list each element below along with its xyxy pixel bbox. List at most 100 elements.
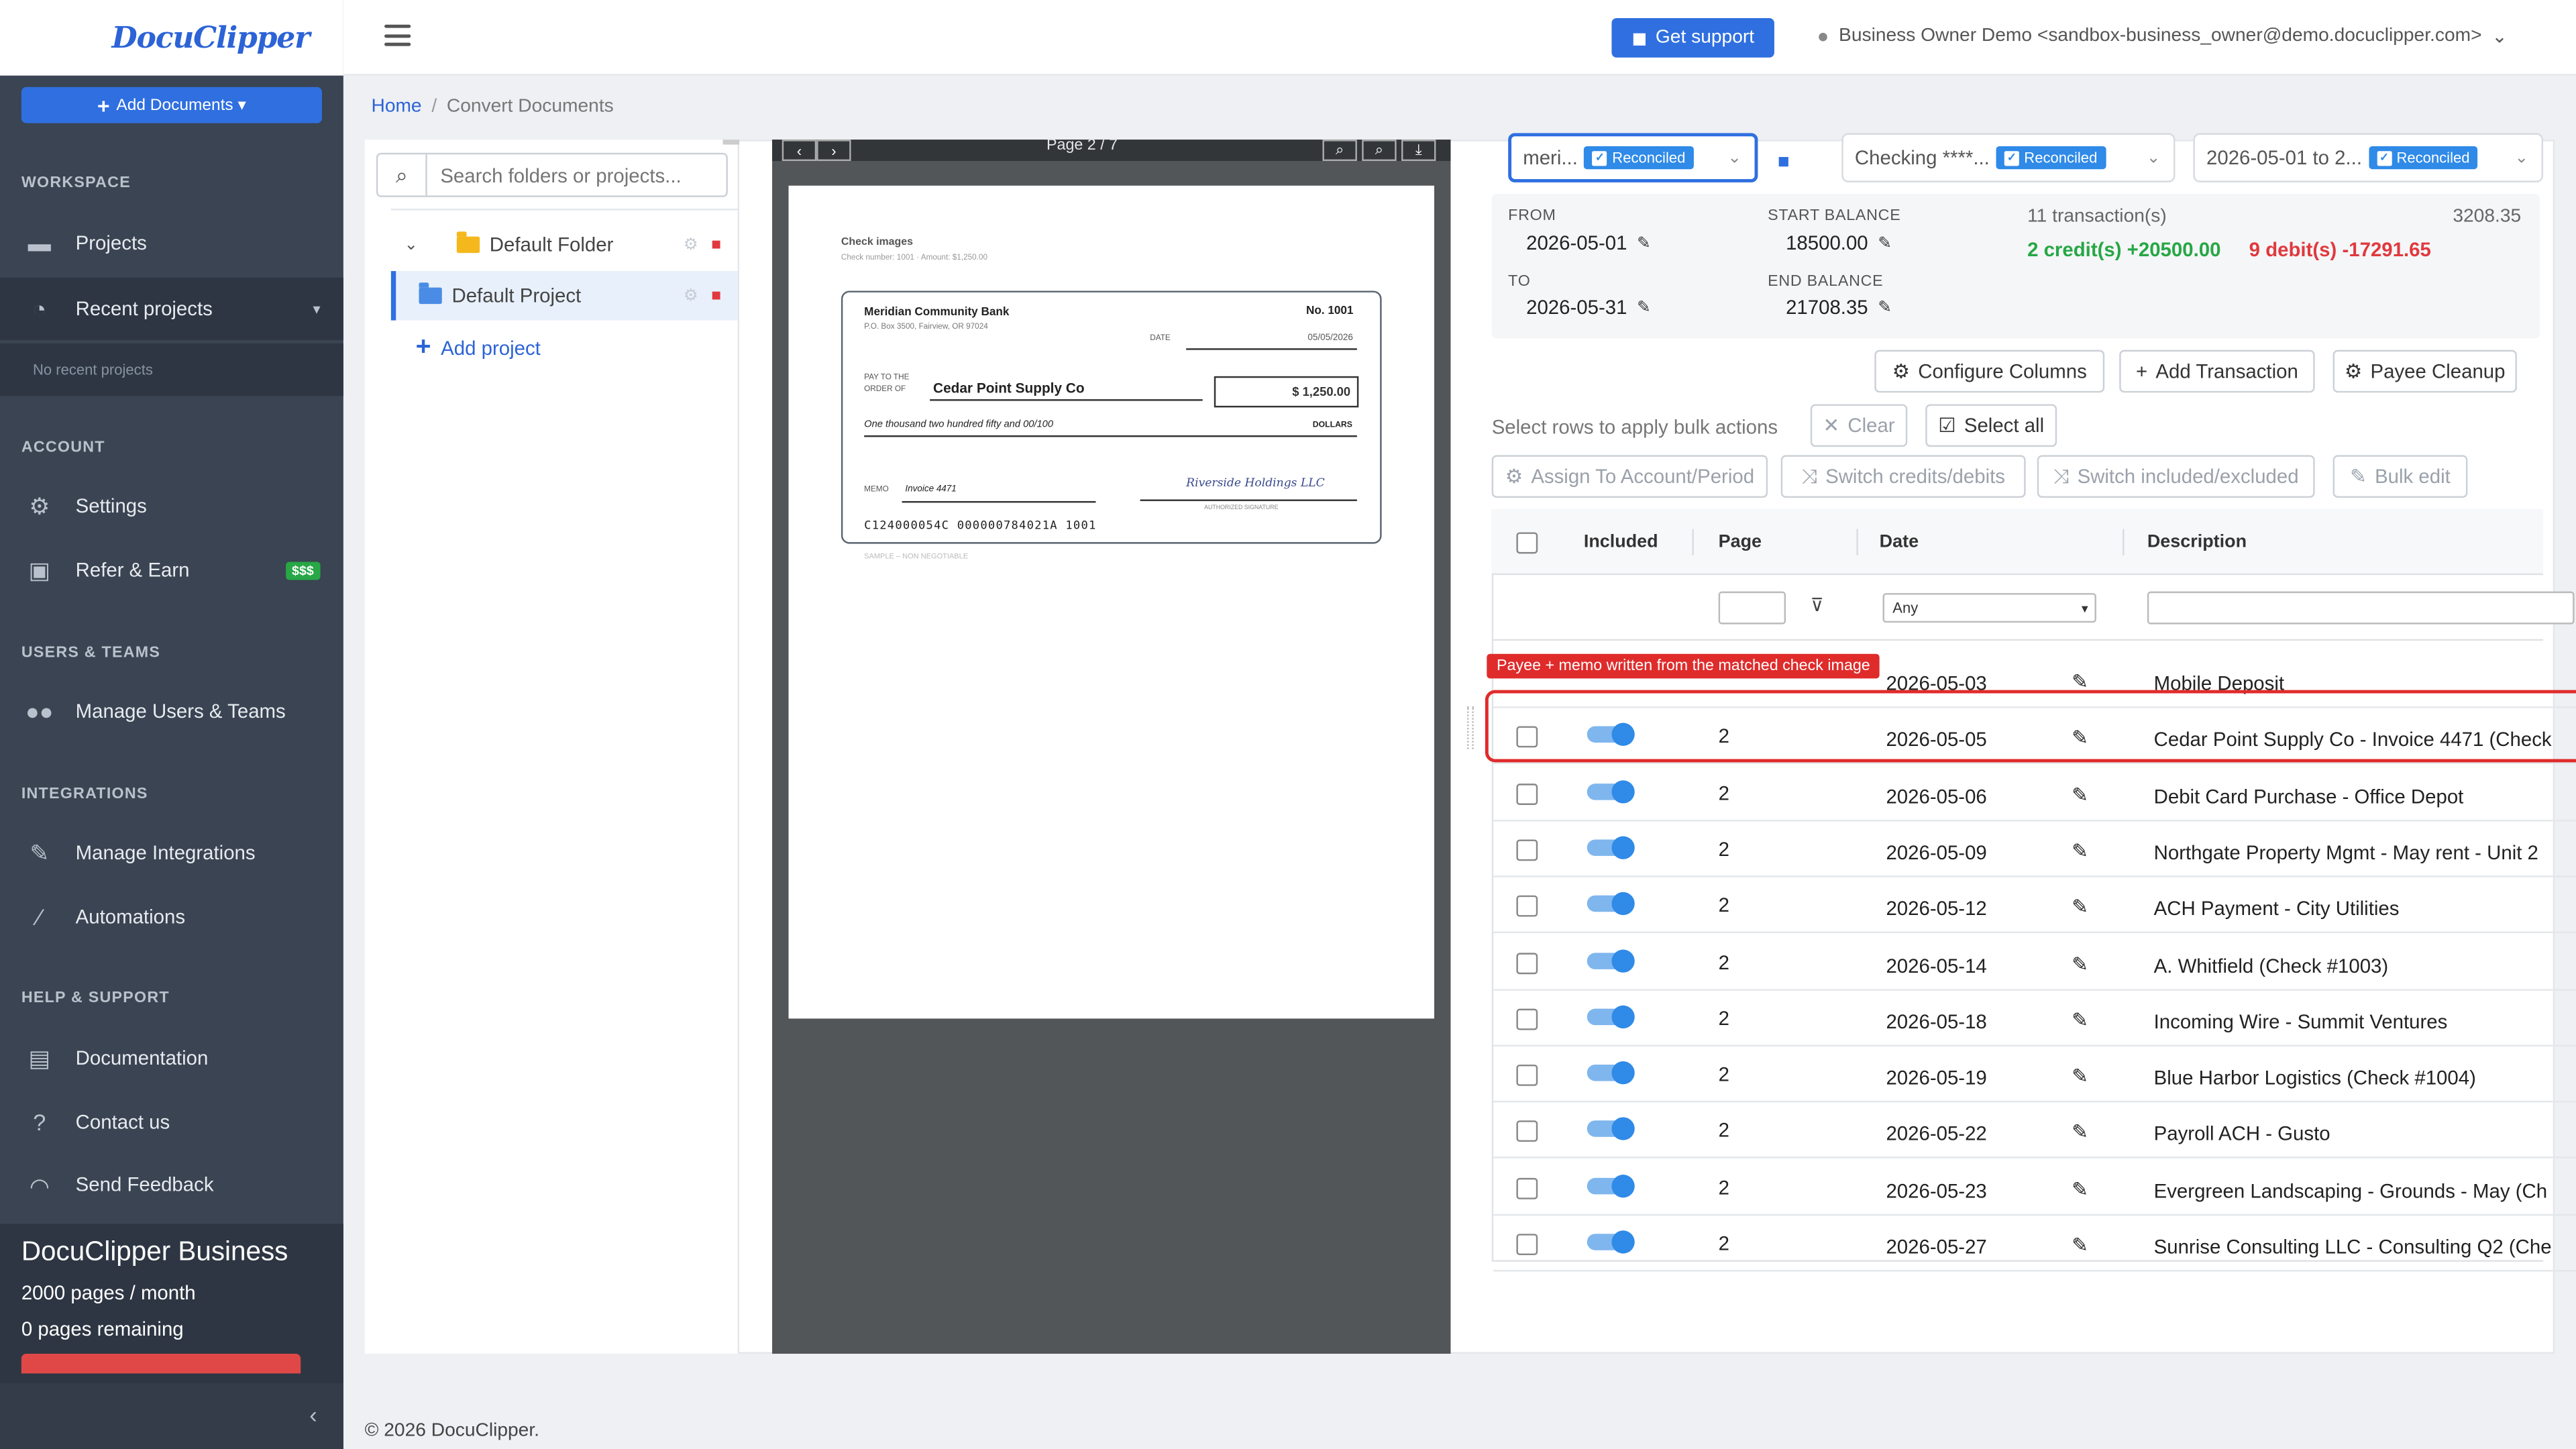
project-default[interactable]: Default Project ⚙ ■ — [390, 271, 738, 321]
sidebar-item-refer-earn[interactable]: ▣ Refer & Earn $$$ — [0, 539, 343, 601]
start-balance-value[interactable]: 18500.00 ✎ — [1786, 231, 1892, 254]
add-transaction-button[interactable]: + Add Transaction — [2119, 350, 2315, 393]
account-select[interactable]: meri... ✓ Reconciled ⌄ — [1508, 133, 1758, 182]
gear-icon[interactable]: ⚙ — [684, 235, 698, 254]
from-value[interactable]: 2026-05-01 ✎ — [1526, 231, 1651, 254]
sidebar-item-automations[interactable]: ⁄ Automations — [0, 885, 343, 948]
edit-icon[interactable]: ✎ — [2072, 1234, 2088, 1256]
clear-button[interactable]: ✕ Clear — [1810, 404, 1908, 447]
search-input[interactable] — [427, 154, 727, 196]
edit-icon[interactable]: ✎ — [2072, 1008, 2088, 1031]
row-checkbox[interactable] — [1516, 952, 1538, 974]
switch-included-excluded-button[interactable]: ⤨ Switch included/excluded — [2037, 455, 2315, 498]
zoom-out-icon[interactable]: ⌕ — [1322, 140, 1357, 162]
sidebar-item-projects[interactable]: ▬ Projects — [0, 212, 343, 274]
folder-search[interactable]: ⌕ — [376, 152, 728, 197]
prev-page-button[interactable]: ‹ — [782, 140, 817, 162]
page-filter-input[interactable] — [1718, 591, 1786, 625]
included-toggle[interactable] — [1587, 892, 1635, 916]
date-filter-select[interactable]: Any ▾ — [1882, 593, 2096, 623]
row-checkbox[interactable] — [1516, 1121, 1538, 1143]
end-balance-value[interactable]: 21708.35 ✎ — [1786, 296, 1892, 319]
col-page[interactable]: Page — [1719, 532, 1762, 551]
row-checkbox[interactable] — [1516, 1008, 1538, 1030]
trash-icon[interactable]: ■ — [711, 286, 721, 305]
edit-icon[interactable]: ✎ — [2072, 1121, 2088, 1144]
included-toggle[interactable] — [1587, 1005, 1635, 1028]
select-all-button[interactable]: ☑ Select all — [1925, 404, 2057, 447]
plan-remaining: 0 pages remaining — [21, 1318, 184, 1341]
scrollbar[interactable] — [722, 140, 740, 145]
close-icon: ✕ — [1823, 414, 1840, 437]
included-toggle[interactable] — [1587, 780, 1635, 803]
sidebar-item-settings[interactable]: ⚙ Settings — [0, 475, 343, 537]
table-row[interactable] — [1493, 934, 2576, 990]
trash-icon[interactable]: ■ — [711, 235, 721, 254]
chevron-down-icon[interactable]: ⌄ — [404, 235, 440, 254]
wand-icon: ⁄ — [37, 903, 42, 930]
included-toggle[interactable] — [1587, 1118, 1635, 1141]
trash-icon[interactable]: ■ — [1778, 150, 1790, 172]
check-sample-note: SAMPLE – NON NEGOTIABLE — [864, 551, 969, 561]
cell-date: 2026-05-19 — [1886, 1066, 1987, 1089]
row-checkbox[interactable] — [1516, 839, 1538, 861]
sidebar-item-manage-users[interactable]: ●● Manage Users & Teams — [0, 680, 343, 743]
to-value[interactable]: 2026-05-31 ✎ — [1526, 296, 1651, 319]
get-support-button[interactable]: ◼ Get support — [1611, 17, 1774, 58]
plus-icon: + — [97, 93, 110, 118]
panel-splitter[interactable] — [1466, 706, 1474, 749]
collapse-sidebar-button[interactable]: ‹ — [0, 1383, 343, 1449]
assign-account-button[interactable]: ⚙ Assign To Account/Period — [1491, 455, 1768, 498]
sidebar-item-contact[interactable]: ? Contact us — [0, 1091, 343, 1153]
account-type-select[interactable]: Checking ****... ✓ Reconciled ⌄ — [1841, 133, 2176, 182]
sidebar-item-documentation[interactable]: ▤ Documentation — [0, 1027, 343, 1089]
included-toggle[interactable] — [1587, 836, 1635, 859]
check-memo-label: MEMO — [864, 486, 889, 495]
cell-date: 2026-05-14 — [1886, 953, 1987, 977]
filter-icon[interactable]: ⊽ — [1811, 595, 1824, 616]
table-row[interactable] — [1493, 1103, 2576, 1159]
row-checkbox[interactable] — [1516, 1177, 1538, 1199]
period-select[interactable]: 2026-05-01 to 2... ✓ Reconciled ⌄ — [2193, 133, 2544, 182]
folder-default[interactable]: ⌄ Default Folder ⚙ ■ — [391, 220, 738, 269]
edit-icon[interactable]: ✎ — [2072, 783, 2088, 806]
row-checkbox[interactable] — [1516, 896, 1538, 918]
edit-icon[interactable]: ✎ — [2072, 896, 2088, 918]
configure-columns-button[interactable]: ⚙ Configure Columns — [1874, 350, 2105, 393]
col-date[interactable]: Date — [1880, 532, 1919, 551]
row-checkbox[interactable] — [1516, 783, 1538, 805]
table-row[interactable] — [1493, 877, 2576, 934]
payee-cleanup-button[interactable]: ⚙ Payee Cleanup — [2332, 350, 2517, 393]
zoom-in-icon[interactable]: ⌕ — [1362, 140, 1397, 162]
user-menu[interactable]: ● Business Owner Demo <sandbox-business_o… — [1817, 25, 2508, 48]
included-toggle[interactable] — [1587, 1061, 1635, 1085]
sidebar-item-recent-projects[interactable]: ◔ Recent projects ▾ — [0, 277, 343, 340]
included-toggle[interactable] — [1587, 949, 1635, 972]
add-documents-button[interactable]: + Add Documents ▾ — [21, 87, 323, 123]
included-toggle[interactable] — [1587, 1230, 1635, 1254]
sidebar-item-manage-integrations[interactable]: ✎ Manage Integrations — [0, 822, 343, 884]
edit-icon[interactable]: ✎ — [2072, 839, 2088, 862]
download-icon[interactable]: ⤓ — [1401, 140, 1436, 162]
col-included[interactable]: Included — [1584, 532, 1658, 551]
col-description[interactable]: Description — [2147, 532, 2247, 551]
row-checkbox[interactable] — [1516, 1065, 1538, 1087]
switch-credits-debits-button[interactable]: ⤨ Switch credits/debits — [1780, 455, 2026, 498]
breadcrumb-home[interactable]: Home — [371, 97, 421, 116]
logo[interactable]: DocuClipper — [0, 0, 343, 76]
edit-icon[interactable]: ✎ — [2072, 1177, 2088, 1200]
sidebar-item-feedback[interactable]: ◠ Send Feedback — [0, 1155, 343, 1191]
next-page-button[interactable]: › — [816, 140, 851, 162]
gear-icon[interactable]: ⚙ — [684, 286, 698, 305]
menu-icon[interactable] — [384, 24, 411, 46]
bulk-edit-button[interactable]: ✎ Bulk edit — [2332, 455, 2468, 498]
row-checkbox[interactable] — [1516, 1234, 1538, 1256]
select-all-checkbox[interactable] — [1516, 532, 1538, 554]
add-project-link[interactable]: + Add project — [416, 333, 541, 363]
description-filter-input[interactable] — [2147, 591, 2575, 625]
included-toggle[interactable] — [1587, 1174, 1635, 1197]
check-payee: Cedar Point Supply Co — [933, 379, 1085, 396]
credits-summary: 2 credit(s) +20500.00 — [2027, 238, 2221, 262]
edit-icon[interactable]: ✎ — [2072, 1065, 2088, 1087]
edit-icon[interactable]: ✎ — [2072, 952, 2088, 975]
